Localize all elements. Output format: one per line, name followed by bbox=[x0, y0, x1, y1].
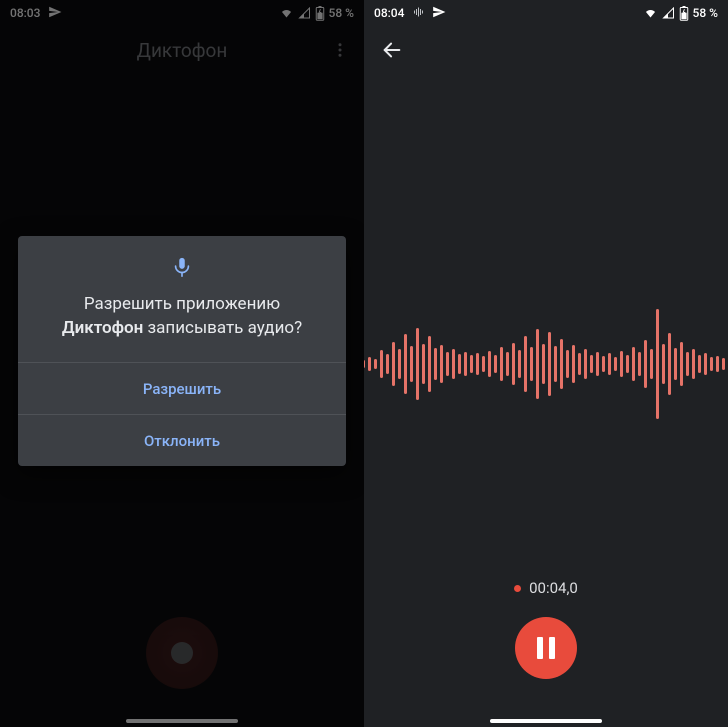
recording-indicator-icon bbox=[514, 585, 521, 592]
nav-handle[interactable] bbox=[490, 719, 602, 723]
cell-signal-icon bbox=[662, 7, 675, 19]
screen-recording: 08:04 58 % 0 bbox=[364, 0, 728, 727]
timer-row: 00:04,0 bbox=[364, 579, 728, 597]
telegram-icon bbox=[432, 5, 446, 22]
permission-dialog: Разрешить приложению Диктофон записывать… bbox=[18, 236, 346, 466]
elapsed-time: 00:04,0 bbox=[529, 579, 578, 597]
audio-indicator-icon bbox=[412, 6, 424, 21]
back-button[interactable] bbox=[374, 32, 410, 68]
allow-button[interactable]: Разрешить bbox=[18, 362, 346, 414]
deny-button[interactable]: Отклонить bbox=[18, 414, 346, 466]
wifi-icon bbox=[643, 7, 658, 19]
pause-button[interactable] bbox=[515, 617, 577, 679]
pause-icon bbox=[537, 637, 555, 659]
microphone-icon bbox=[40, 256, 324, 278]
screen-permission: 08:03 58 % Диктофон bbox=[0, 0, 364, 727]
permission-text: Разрешить приложению Диктофон записывать… bbox=[40, 292, 324, 340]
battery-icon bbox=[679, 6, 689, 21]
battery-text: 58 % bbox=[693, 6, 718, 20]
status-bar: 08:04 58 % bbox=[364, 0, 728, 26]
status-time: 08:04 bbox=[374, 6, 404, 20]
app-bar bbox=[364, 26, 728, 74]
